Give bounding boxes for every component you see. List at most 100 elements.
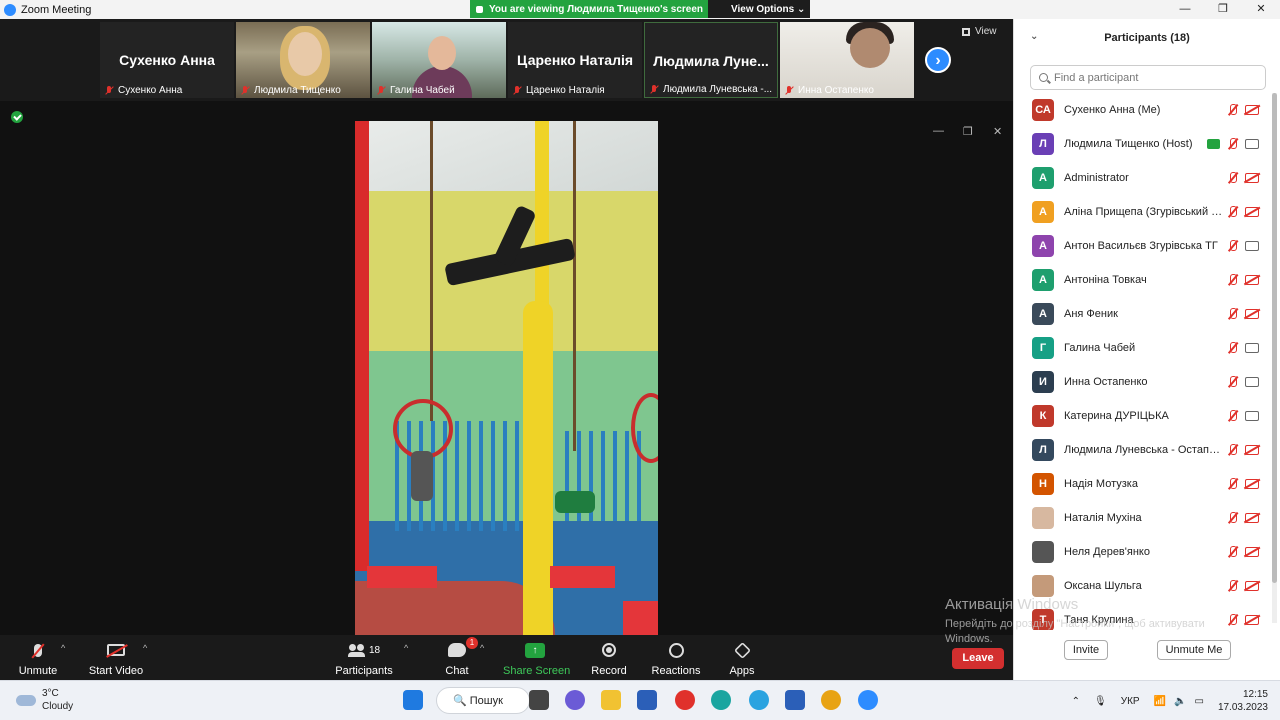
participant-row[interactable]: Г Галина Чабей [1014,331,1272,365]
video-tile-active-speaker[interactable]: Людмила Луне... Людмила Луневська -... [644,22,778,98]
file-explorer-icon[interactable] [601,690,621,710]
close-button[interactable]: ✕ [1242,0,1280,19]
participant-row[interactable]: А Антон Васильєв Згурівська ТГ [1014,229,1272,263]
video-options-caret[interactable]: ^ [143,643,147,653]
encryption-shield-icon[interactable] [11,111,23,123]
store-icon[interactable] [637,690,657,710]
participant-row[interactable]: A Administrator [1014,161,1272,195]
mic-muted-icon[interactable] [1227,478,1239,490]
video-tile[interactable]: Сухенко Анна Сухенко Анна [100,22,234,98]
video-off-icon[interactable] [1245,309,1259,319]
mic-muted-icon[interactable] [1227,240,1239,252]
speaker-icon[interactable]: 🔈 [1174,696,1186,707]
share-screen-button[interactable]: ↑ Share Screen [503,639,570,677]
chat-caret[interactable]: ^ [480,643,484,653]
audio-options-caret[interactable]: ^ [61,643,65,653]
reactions-button[interactable]: Reactions [651,639,701,677]
mic-muted-icon[interactable] [1227,444,1239,456]
mic-muted-icon[interactable] [1227,546,1239,558]
mic-muted-icon[interactable] [1227,342,1239,354]
mic-muted-icon[interactable] [1227,206,1239,218]
teams-chat-icon[interactable] [565,690,585,710]
video-off-icon[interactable] [1245,207,1259,217]
tray-overflow-icon[interactable]: ⌃ [1072,696,1080,707]
telegram-icon[interactable] [749,690,769,710]
wifi-icon[interactable]: 📶 [1154,696,1166,707]
participant-row[interactable]: К Катерина ДУРІЦЬКА [1014,399,1272,433]
video-off-icon[interactable] [1245,105,1259,115]
video-off-icon[interactable] [1245,547,1259,557]
video-on-icon[interactable] [1245,343,1259,353]
participant-row[interactable]: Наталія Мухіна [1014,501,1272,535]
share-restore-icon[interactable]: ❐ [963,125,973,138]
mic-muted-icon[interactable] [1227,308,1239,320]
video-on-icon[interactable] [1245,241,1259,251]
participant-row[interactable]: А Антоніна Товкач [1014,263,1272,297]
mic-muted-icon[interactable] [1227,104,1239,116]
maximize-button[interactable]: ❐ [1204,0,1242,19]
mic-muted-icon[interactable] [1227,172,1239,184]
view-button[interactable]: View [962,26,997,37]
mic-muted-icon[interactable] [1227,274,1239,286]
participants-caret[interactable]: ^ [404,643,408,653]
weather-widget[interactable]: 3°C Cloudy [16,687,73,713]
video-on-icon[interactable] [1245,139,1259,149]
next-page-button[interactable]: › [925,47,951,73]
video-off-icon[interactable] [1245,173,1259,183]
clock[interactable]: 12:15 17.03.2023 [1218,688,1268,714]
minimize-button[interactable]: — [1166,0,1204,19]
video-off-icon[interactable] [1245,615,1259,625]
participant-list-scrollbar[interactable] [1272,93,1277,623]
participant-row[interactable]: И Инна Остапенко [1014,365,1272,399]
participant-row[interactable]: Л Людмила Луневська - Остапенко [1014,433,1272,467]
participant-row[interactable]: Н Надія Мотузка [1014,467,1272,501]
apps-button[interactable]: Apps [726,639,758,677]
video-off-icon[interactable] [1245,581,1259,591]
edge-icon[interactable] [711,690,731,710]
video-on-icon[interactable] [1245,377,1259,387]
chevron-down-icon[interactable]: ⌄ [1030,31,1038,42]
view-options-button[interactable]: View Options ⌄ [708,0,810,18]
share-close-icon[interactable]: ✕ [993,125,1002,138]
mic-muted-icon[interactable] [1227,376,1239,388]
video-tile[interactable]: Галина Чабей [372,22,506,98]
participant-row[interactable]: Неля Дерев'янко [1014,535,1272,569]
participant-row[interactable]: Л Людмила Тищенко (Host) [1014,127,1272,161]
video-tile[interactable]: Царенко Наталія Царенко Наталія [508,22,642,98]
language-indicator[interactable]: УКР [1121,696,1140,707]
video-off-icon[interactable] [1245,275,1259,285]
video-off-icon[interactable] [1245,513,1259,523]
participant-row[interactable]: А Аня Феник [1014,297,1272,331]
video-off-icon[interactable] [1245,479,1259,489]
start-video-button[interactable]: Start Video [88,639,144,677]
video-off-icon[interactable] [1245,445,1259,455]
participant-row[interactable]: СА Сухенко Анна (Me) [1014,93,1272,127]
video-tile[interactable]: Людмила Тищенко [236,22,370,98]
opera-icon[interactable] [675,690,695,710]
share-minimize-icon[interactable]: — [933,125,944,137]
battery-icon[interactable]: ▭ [1194,696,1203,707]
mic-muted-icon[interactable] [1227,580,1239,592]
search-input[interactable] [1054,71,1254,84]
unmute-button[interactable]: Unmute [18,639,58,677]
mic-muted-icon[interactable] [1227,512,1239,524]
participant-search[interactable] [1030,65,1266,90]
taskbar-search[interactable]: 🔍 Пошук [436,687,530,714]
record-button[interactable]: Record [589,639,629,677]
leave-button[interactable]: Leave [952,648,1004,669]
windows-start-icon[interactable] [403,690,423,710]
video-on-icon[interactable] [1245,411,1259,421]
zoom-taskbar-icon[interactable] [858,690,878,710]
chrome-icon[interactable] [821,690,841,710]
participant-row[interactable]: А Аліна Прищепа (Згурівський БД... [1014,195,1272,229]
chat-button[interactable]: 1 Chat [440,637,478,677]
unmute-label: Unmute [18,665,58,677]
video-tile[interactable]: Инна Остапенко [780,22,914,98]
participants-button[interactable]: 18 Participants [334,639,394,677]
mic-muted-icon[interactable] [1227,138,1239,150]
microphone-icon[interactable]: 🎙 [1094,696,1107,707]
task-view-icon[interactable] [529,690,549,710]
word-icon[interactable] [785,690,805,710]
mic-muted-icon[interactable] [1227,410,1239,422]
start-video-label: Start Video [88,665,144,677]
